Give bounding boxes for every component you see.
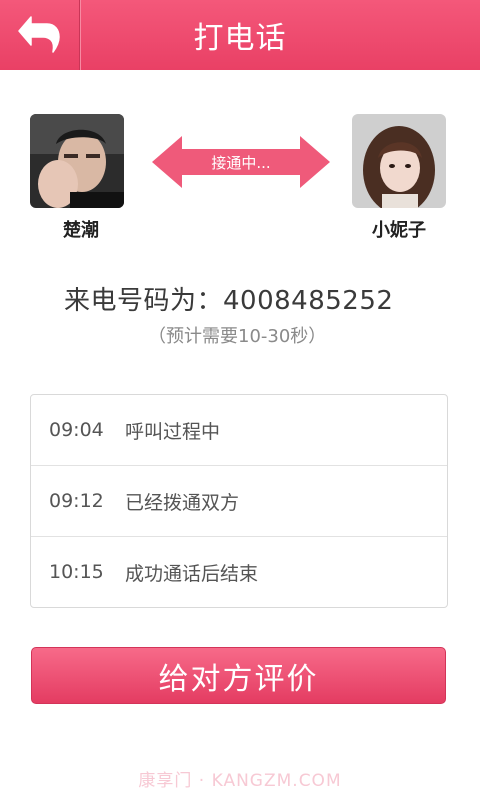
callee-avatar bbox=[352, 114, 446, 208]
call-log: 09:04 呼叫过程中 09:12 已经拨通双方 10:15 成功通话后结束 bbox=[30, 394, 448, 608]
caller-name: 楚潮 bbox=[63, 220, 99, 241]
callee-name: 小妮子 bbox=[372, 220, 426, 241]
wait-hint: （预计需要10-30秒） bbox=[148, 326, 327, 347]
back-arrow-icon bbox=[17, 10, 63, 60]
log-text: 呼叫过程中 bbox=[125, 420, 221, 443]
watermark: 康享门 · KANGZM.COM bbox=[138, 771, 342, 791]
incoming-number: 来电号码为：4008485252 bbox=[64, 286, 394, 316]
log-time: 10:15 bbox=[49, 561, 104, 583]
call-screen: 打电话 楚潮 接通中... 小妮子 来电号码为：4008485252 （预计需要… bbox=[0, 0, 480, 800]
log-row: 09:12 已经拨通双方 bbox=[31, 466, 447, 537]
page-title: 打电话 bbox=[193, 21, 287, 56]
log-time: 09:12 bbox=[49, 490, 104, 512]
log-row: 09:04 呼叫过程中 bbox=[31, 395, 447, 466]
header-bar: 打电话 bbox=[0, 0, 480, 70]
log-time: 09:04 bbox=[49, 419, 104, 441]
connecting-status: 接通中... bbox=[211, 153, 271, 172]
caller-avatar bbox=[30, 114, 124, 208]
log-row: 10:15 成功通话后结束 bbox=[31, 537, 447, 607]
log-text: 成功通话后结束 bbox=[125, 562, 259, 585]
rate-other-party-button[interactable]: 给对方评价 bbox=[31, 647, 446, 704]
connecting-arrow: 接通中... bbox=[152, 136, 330, 188]
log-text: 已经拨通双方 bbox=[125, 491, 240, 514]
back-button[interactable] bbox=[0, 0, 81, 70]
